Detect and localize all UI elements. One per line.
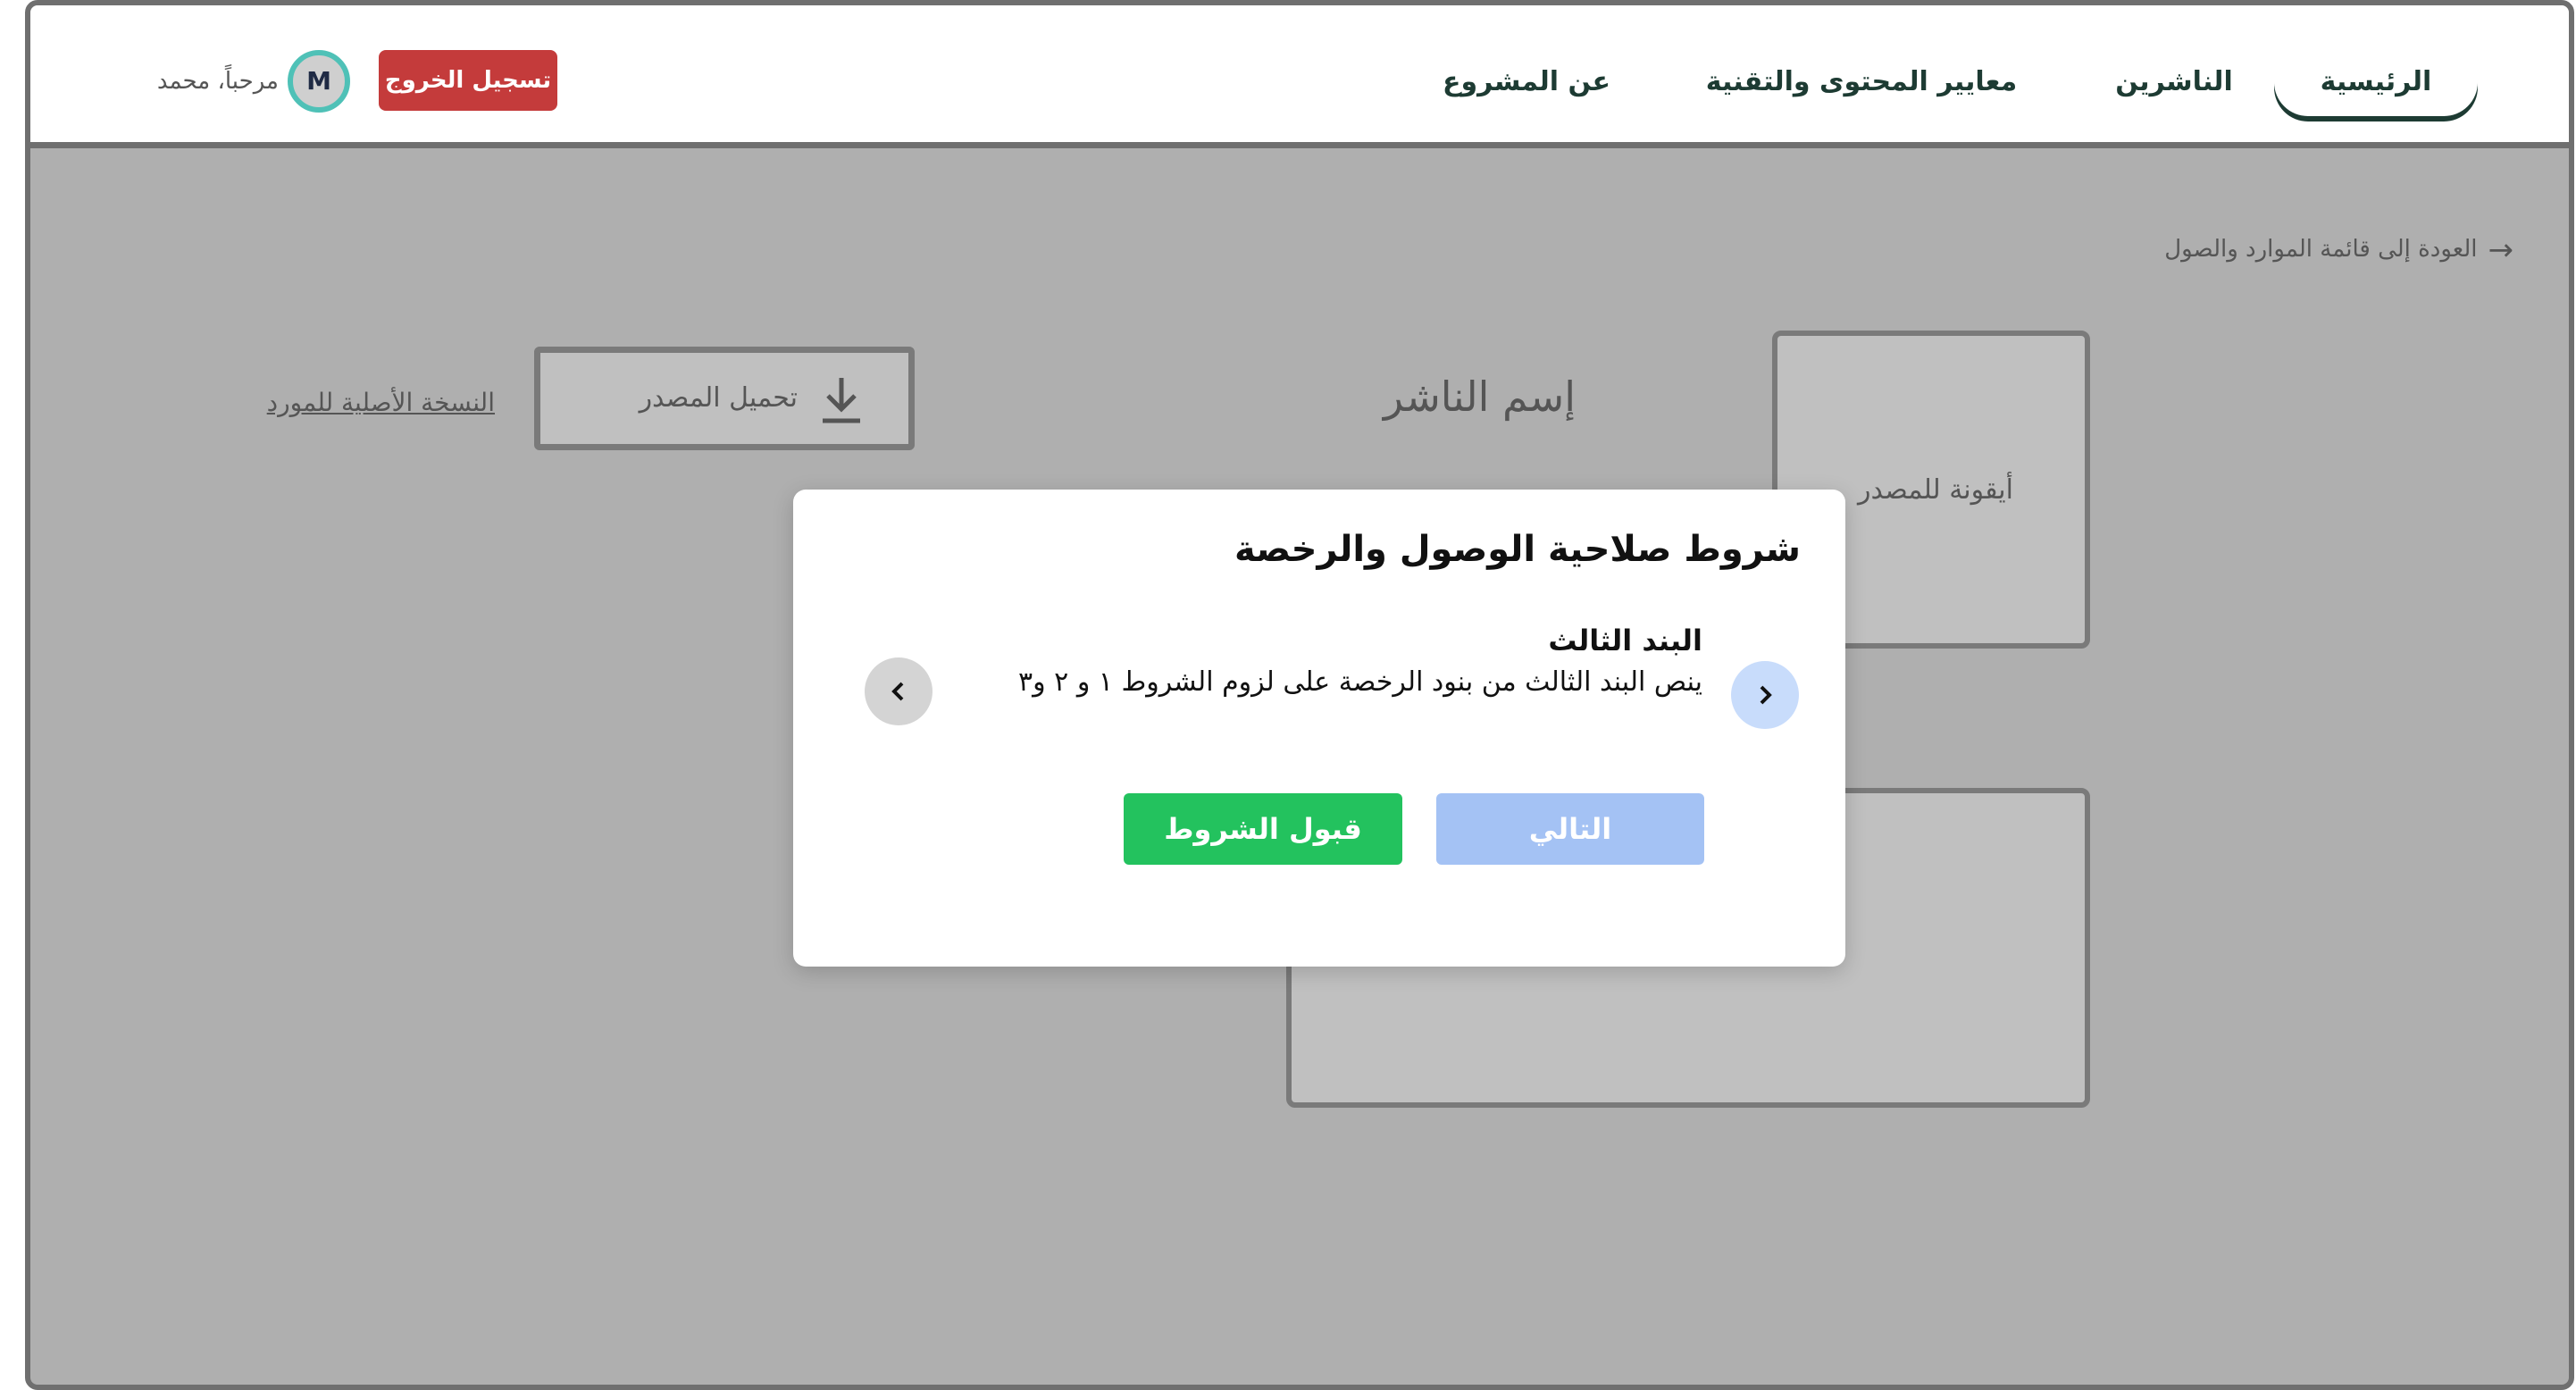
publisher-name: إسم الناشر [1383,373,1576,421]
clause-body: ينص البند الثالث من بنود الرخصة على لزوم… [1018,666,1702,698]
original-resource-link[interactable]: النسخة الأصلية للمورد [227,381,495,425]
accept-terms-button[interactable]: قبول الشروط [1124,793,1402,865]
avatar[interactable]: M [288,50,350,113]
chevron-left-icon [891,682,904,701]
nav-publishers[interactable]: الناشرين [2094,48,2254,116]
chevron-right-icon [1760,685,1772,705]
next-button[interactable]: التالي [1436,793,1704,865]
clause-heading: البند الثالث [1548,624,1702,657]
nav-standards[interactable]: معايير المحتوى والتقنية [1692,48,2031,116]
back-link[interactable]: → العودة إلى قائمة الموارد والصول [2085,227,2513,272]
nav-home[interactable]: الرئيسية [2274,48,2478,116]
modal-title: شروط صلاحية الوصول والرخصة [1234,529,1801,570]
download-icon [823,378,860,423]
next-clause-button[interactable] [865,657,933,725]
previous-clause-button[interactable] [1731,661,1799,729]
app-window: الرئيسية الناشرين معايير المحتوى والتقني… [25,0,2574,1390]
back-link-label: العودة إلى قائمة الموارد والصول [2164,236,2478,263]
arrow-right-icon: → [2488,231,2514,268]
download-button[interactable]: تحميل المصدر [534,347,915,450]
user-greeting: مرحباً، محمد [156,68,279,95]
resource-icon-label: أيقونة للمصدر [1858,474,2013,506]
terms-modal: شروط صلاحية الوصول والرخصة البند الثالث … [793,490,1845,967]
logout-button[interactable]: تسجيل الخروج [379,50,557,111]
nav-about[interactable]: عن المشروع [1424,48,1629,116]
top-navbar: الرئيسية الناشرين معايير المحتوى والتقني… [30,5,2569,148]
download-label: تحميل المصدر [639,382,798,414]
